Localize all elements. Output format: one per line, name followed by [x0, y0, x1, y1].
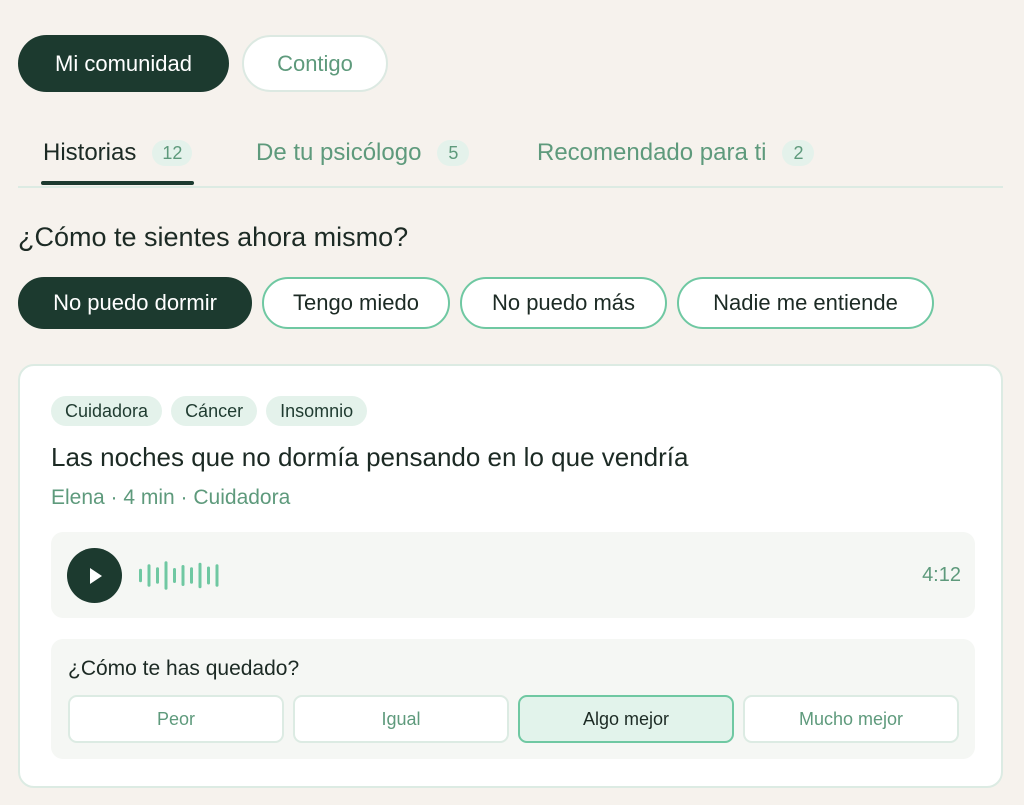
waveform-bar	[164, 561, 168, 590]
play-icon	[90, 567, 102, 584]
audio-waveform	[139, 561, 219, 590]
audio-duration: 4:12	[922, 564, 961, 586]
waveform-bar	[181, 565, 185, 586]
tab-label: De tu psicólogo	[256, 139, 422, 166]
audio-player: 4:12	[51, 532, 975, 618]
waveform-bar	[207, 566, 210, 585]
mood-chip-no-puedo-dormir[interactable]: No puedo dormir	[18, 277, 252, 329]
feedback-question: ¿Cómo te has quedado?	[68, 657, 300, 680]
waveform-bar	[198, 562, 202, 589]
story-tags: Cuidadora Cáncer Insomnio	[51, 396, 368, 426]
mood-chip-tengo-miedo[interactable]: Tengo miedo	[262, 277, 450, 329]
mood-chip-nadie-me-entiende[interactable]: Nadie me entiende	[677, 277, 934, 329]
feedback-mucho-mejor-button[interactable]: Mucho mejor	[743, 695, 959, 743]
tab-label: Historias	[43, 139, 137, 166]
waveform-bar	[156, 567, 159, 584]
tab-count-badge: 5	[437, 140, 470, 166]
tab-historias[interactable]: Historias 12	[41, 128, 195, 185]
tab-recomendado-para-ti[interactable]: Recomendado para ti 2	[537, 128, 815, 178]
tab-label: Recomendado para ti	[537, 139, 767, 166]
waveform-bar	[173, 568, 176, 583]
story-meta: Elena · 4 min · Cuidadora	[51, 486, 291, 509]
tag-chip: Cáncer	[171, 396, 258, 426]
waveform-bar	[139, 568, 142, 583]
tag-chip: Insomnio	[266, 396, 368, 426]
waveform-bar	[147, 564, 151, 587]
mi-comunidad-button[interactable]: Mi comunidad	[18, 35, 229, 92]
feedback-panel: ¿Cómo te has quedado? Peor Igual Algo me…	[51, 639, 975, 759]
feedback-options: Peor Igual Algo mejor Mucho mejor	[68, 695, 959, 743]
tab-de-tu-psicologo[interactable]: De tu psicólogo 5	[256, 128, 470, 178]
feedback-algo-mejor-button[interactable]: Algo mejor	[518, 695, 734, 743]
feedback-igual-button[interactable]: Igual	[293, 695, 509, 743]
waveform-bar	[190, 567, 193, 584]
tab-count-badge: 2	[782, 140, 815, 166]
mood-question: ¿Cómo te sientes ahora mismo?	[18, 222, 409, 252]
content-tabs: Historias 12 De tu psicólogo 5 Recomenda…	[18, 128, 1003, 188]
community-toggle: Mi comunidad Contigo	[18, 35, 388, 92]
waveform-bar	[215, 564, 219, 587]
feedback-peor-button[interactable]: Peor	[68, 695, 284, 743]
tag-chip: Cuidadora	[51, 396, 163, 426]
story-title: Las noches que no dormía pensando en lo …	[51, 442, 689, 472]
active-tab-indicator	[41, 181, 195, 185]
story-card[interactable]: Cuidadora Cáncer Insomnio Las noches que…	[18, 364, 1003, 788]
tab-count-badge: 12	[152, 140, 193, 166]
play-button[interactable]	[67, 548, 122, 603]
mood-chips: No puedo dormir Tengo miedo No puedo más…	[18, 277, 934, 329]
mood-chip-no-puedo-mas[interactable]: No puedo más	[460, 277, 667, 329]
contigo-button[interactable]: Contigo	[242, 35, 388, 92]
